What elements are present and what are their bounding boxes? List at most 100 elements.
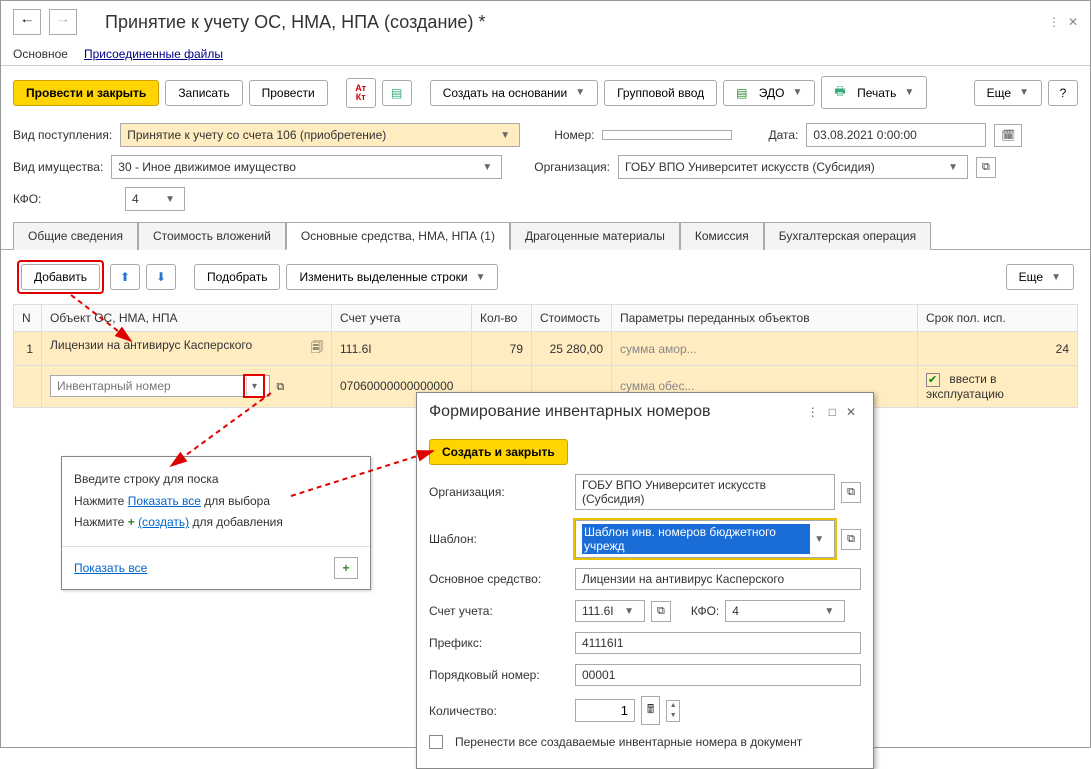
dlg-qty-input[interactable] <box>575 699 635 722</box>
kebab-icon[interactable]: ⋮ <box>1048 15 1060 29</box>
org-field[interactable]: ГОБУ ВПО Университет искусств (Субсидия)… <box>618 155 968 179</box>
dlg-prefix-value: 41116I1 <box>582 636 624 650</box>
inventory-dialog: Формирование инвентарных номеров ⋮ □ ✕ С… <box>416 392 874 769</box>
search-popup: Введите строку для поска Нажмите Показат… <box>61 456 371 590</box>
inventory-number-input[interactable] <box>55 378 243 394</box>
inventory-dropdown-button[interactable]: ▾ <box>246 377 262 395</box>
number-label: Номер: <box>554 128 594 142</box>
chevron-down-icon: ▼ <box>792 87 802 98</box>
open-icon[interactable]: ⧉ <box>651 601 671 622</box>
tab-general[interactable]: Общие сведения <box>13 222 138 250</box>
commission-checkbox[interactable] <box>926 373 940 387</box>
move-down-button[interactable]: ⬇ <box>146 264 176 290</box>
qty-stepper[interactable]: ▲▼ <box>666 700 680 722</box>
nav-back-button[interactable]: 🠐 <box>13 9 41 35</box>
calendar-icon[interactable] <box>971 130 980 141</box>
chevron-down-icon[interactable]: ▼ <box>945 162 961 173</box>
table-more-button[interactable]: Еще▼ <box>1006 264 1074 290</box>
open-icon[interactable]: ⧉ <box>841 529 861 550</box>
dialog-title: Формирование инвентарных номеров <box>429 403 802 421</box>
show-all-footer-link[interactable]: Показать все <box>74 561 147 575</box>
post-button[interactable]: Провести <box>249 80 328 106</box>
step-up[interactable]: ▲ <box>667 701 679 711</box>
receipt-type-field[interactable]: Принятие к учету со счета 106 (приобрете… <box>120 123 520 147</box>
chevron-down-icon[interactable]: ▼ <box>820 606 838 617</box>
edo-label: ЭДО <box>759 86 785 100</box>
report-icon[interactable]: ▤ <box>382 80 412 106</box>
page-title: Принятие к учету ОС, НМА, НПА (создание)… <box>105 12 1040 33</box>
dlg-seq-field[interactable]: 00001 <box>575 664 861 686</box>
add-new-button[interactable]: + <box>334 557 358 579</box>
number-field[interactable] <box>602 130 732 140</box>
step-down[interactable]: ▼ <box>667 711 679 721</box>
table-more-label: Еще <box>1019 270 1043 284</box>
tab-precious[interactable]: Драгоценные материалы <box>510 222 680 250</box>
dlg-asset-label: Основное средство: <box>429 572 569 586</box>
col-object: Объект ОС, НМА, НПА <box>42 305 332 332</box>
tab-committee[interactable]: Комиссия <box>680 222 764 250</box>
copy-icon[interactable]: 🗐 <box>311 338 323 359</box>
dlg-org-field[interactable]: ГОБУ ВПО Университет искусств (Субсидия) <box>575 474 835 510</box>
dlg-kfo-label: КФО: <box>691 604 719 618</box>
date-value: 03.08.2021 0:00:00 <box>813 128 916 142</box>
tab-cost[interactable]: Стоимость вложений <box>138 222 286 250</box>
post-and-close-button[interactable]: Провести и закрыть <box>13 80 159 106</box>
calendar-icon[interactable]: 🗓 <box>994 124 1022 147</box>
dlg-account-value: 111.6I <box>582 604 614 618</box>
dlg-prefix-field[interactable]: 41116I1 <box>575 632 861 654</box>
table-row[interactable]: 1 Лицензии на антивирус Касперского 🗐 11… <box>14 332 1078 366</box>
create-based-button[interactable]: Создать на основании▼ <box>430 80 598 106</box>
dlg-kfo-field[interactable]: 4 ▼ <box>725 600 845 622</box>
group-input-button[interactable]: Групповой ввод <box>604 80 717 106</box>
property-kind-label: Вид имущества: <box>13 160 103 174</box>
edit-selected-button[interactable]: Изменить выделенные строки▼ <box>286 264 498 290</box>
dlg-account-field[interactable]: 111.6I ▼ <box>575 600 645 622</box>
open-icon[interactable]: ⧉ <box>976 157 996 178</box>
print-button[interactable]: 🖶 Печать▼ <box>821 76 927 109</box>
chevron-down-icon[interactable]: ▼ <box>479 162 495 173</box>
cell-qty: 79 <box>472 332 532 366</box>
dlg-template-field[interactable]: Шаблон инв. номеров бюджетного учрежд ▼ <box>575 520 835 558</box>
dlg-asset-field[interactable]: Лицензии на антивирус Касперского <box>575 568 861 590</box>
open-icon[interactable]: ⧉ <box>273 381 287 393</box>
inventory-number-field[interactable]: ▾ <box>50 375 270 397</box>
cell-inventory: ▾ ⧉ <box>42 366 332 408</box>
tab-accounting[interactable]: Бухгалтерская операция <box>764 222 931 250</box>
chevron-down-icon[interactable]: ▼ <box>810 534 828 545</box>
save-button[interactable]: Записать <box>165 80 242 106</box>
close-icon[interactable]: ✕ <box>1068 15 1078 29</box>
col-params: Параметры переданных объектов <box>612 305 918 332</box>
doc-icon: ▤ <box>736 86 747 100</box>
dialog-create-close-button[interactable]: Создать и закрыть <box>429 439 568 465</box>
debit-credit-icon[interactable]: АтКт <box>346 78 376 108</box>
maximize-icon[interactable]: □ <box>824 405 841 419</box>
kfo-field[interactable]: 4 ▼ <box>125 187 185 211</box>
dlg-qty-label: Количество: <box>429 704 569 718</box>
open-icon[interactable]: ⧉ <box>841 482 861 503</box>
kebab-icon[interactable]: ⋮ <box>802 405 824 419</box>
pick-button[interactable]: Подобрать <box>194 264 280 290</box>
col-account: Счет учета <box>332 305 472 332</box>
chevron-down-icon: ▼ <box>904 87 914 98</box>
kfo-label: КФО: <box>13 192 117 206</box>
tab-attachments[interactable]: Присоединенные файлы <box>84 47 223 61</box>
close-icon[interactable]: ✕ <box>841 405 861 419</box>
more-button[interactable]: Еще▼ <box>974 80 1042 106</box>
show-all-link[interactable]: Показать все <box>128 494 201 508</box>
tab-assets[interactable]: Основные средства, НМА, НПА (1) <box>286 222 510 250</box>
help-button[interactable]: ? <box>1048 80 1078 106</box>
calculator-icon[interactable]: 🖩 <box>641 696 660 725</box>
chevron-down-icon[interactable]: ▼ <box>497 130 513 141</box>
property-kind-field[interactable]: 30 - Иное движимое имущество ▼ <box>111 155 502 179</box>
add-button[interactable]: Добавить <box>21 264 100 290</box>
date-field[interactable]: 03.08.2021 0:00:00 <box>806 123 986 147</box>
move-up-button[interactable]: ⬆ <box>110 264 140 290</box>
chevron-down-icon[interactable]: ▼ <box>162 194 178 205</box>
chevron-down-icon[interactable]: ▼ <box>620 606 638 617</box>
transfer-checkbox[interactable] <box>429 735 443 749</box>
chevron-down-icon: ▼ <box>476 272 486 283</box>
create-link[interactable]: (создать) <box>138 515 189 529</box>
edo-button[interactable]: ▤ ЭДО ▼ <box>723 80 815 106</box>
nav-forward-button[interactable]: 🠒 <box>49 9 77 35</box>
tab-main[interactable]: Основное <box>13 47 68 61</box>
